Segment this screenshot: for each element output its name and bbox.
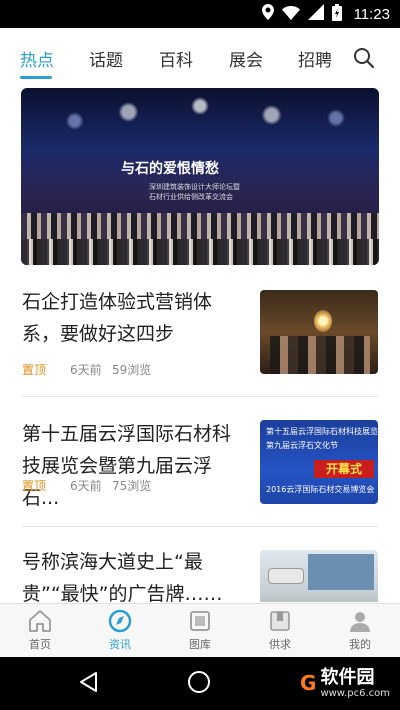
nav-news[interactable]: 资讯 (90, 608, 150, 652)
article-views: 59浏览 (112, 363, 152, 377)
bottom-nav: 首页 资讯 图库 供求 我的 (0, 603, 400, 657)
article-thumbnail (260, 290, 378, 374)
article-views: 75浏览 (112, 479, 152, 493)
pinned-badge: 置顶 (22, 479, 47, 493)
banner-crowd-front (21, 239, 379, 265)
divider (22, 526, 378, 527)
article-thumbnail (260, 550, 378, 602)
watermark-url: www.pc6.com (320, 687, 390, 699)
nav-home-label: 首页 (29, 638, 51, 651)
stage-lights (21, 88, 379, 148)
nav-profile[interactable]: 我的 (330, 608, 390, 652)
tab-topics[interactable]: 话题 (89, 46, 123, 71)
tab-exhibitions[interactable]: 展会 (229, 46, 263, 71)
supply-icon (267, 608, 293, 634)
nav-gallery[interactable]: 图库 (170, 608, 230, 652)
article-time: 6天前 (70, 479, 102, 493)
home-icon (27, 608, 53, 634)
watermark-logo: G (300, 671, 317, 695)
nav-supply[interactable]: 供求 (250, 608, 310, 652)
watermark-name: 软件园 (320, 666, 375, 688)
news-icon (107, 608, 133, 634)
banner-title: 与石的爱恨情愁 (121, 161, 219, 177)
thumbnail-text: 第十五届云浮国际石材科技展览会 (266, 427, 378, 436)
watermark-text: 软件园 www.pc6.com (320, 666, 390, 699)
tab-encyclopedia[interactable]: 百科 (159, 46, 193, 71)
signal-icon (307, 4, 324, 24)
thumbnail-people (270, 336, 370, 374)
search-icon[interactable] (352, 46, 376, 70)
banner-image[interactable]: 与石的爱恨情愁 深圳建筑装饰设计大师论坛暨 石材行业供给侧改革交流会 (21, 88, 379, 265)
tab-hot[interactable]: 热点 (20, 46, 54, 71)
article-title: 石企打造体验式营销体系，要做好这四步 (22, 291, 213, 345)
thumbnail-billboard (308, 554, 374, 590)
nav-news-label: 资讯 (109, 638, 131, 651)
article-meta: 置顶 6天前 59浏览 (22, 361, 151, 378)
light-bulb (314, 310, 332, 332)
tab-indicator (20, 76, 52, 79)
thumbnail-opening-banner: 开幕式 (314, 460, 374, 478)
nav-supply-label: 供求 (269, 638, 291, 651)
location-icon (261, 4, 274, 24)
banner-subtitle-line1: 深圳建筑装饰设计大师论坛暨 (149, 183, 240, 191)
status-bar: 11:23 (0, 0, 400, 28)
article-item[interactable]: 号称滨海大道史上“最贵”“最快”的广告牌……被... (0, 546, 400, 602)
thumbnail-car (268, 568, 304, 584)
home-button-icon[interactable] (188, 671, 210, 693)
pinned-badge: 置顶 (22, 363, 47, 377)
tab-recruitment[interactable]: 招聘 (298, 46, 332, 71)
article-thumbnail: 第十五届云浮国际石材科技展览会 第九届云浮石文化节 2016云浮国际石材交易博览… (260, 420, 378, 504)
article-item[interactable]: 第十五届云浮国际石材科技展览会暨第九届云浮石... 置顶 6天前 75浏览 第十… (0, 418, 400, 548)
article-time: 6天前 (70, 363, 102, 377)
nav-profile-label: 我的 (349, 638, 371, 651)
article-title: 第十五届云浮国际石材科技展览会暨第九届云浮石... (22, 423, 232, 509)
profile-icon (347, 608, 373, 634)
status-time: 11:23 (353, 5, 390, 23)
thumbnail-text: 第九届云浮石文化节 (266, 441, 338, 450)
wifi-icon (281, 5, 300, 24)
nav-home[interactable]: 首页 (10, 608, 70, 652)
watermark: G 软件园 www.pc6.com (300, 663, 390, 703)
gallery-icon (187, 608, 213, 634)
system-nav-bar: G 软件园 www.pc6.com (0, 657, 400, 710)
status-icons: 11:23 (261, 3, 390, 25)
article-title: 号称滨海大道史上“最贵”“最快”的广告牌……被... (22, 551, 223, 602)
top-tab-bar: 热点 话题 百科 展会 招聘 (0, 28, 400, 84)
nav-gallery-label: 图库 (189, 638, 211, 651)
back-icon[interactable] (78, 671, 98, 697)
article-meta: 置顶 6天前 75浏览 (22, 477, 151, 494)
divider (22, 396, 378, 397)
battery-icon (331, 3, 342, 25)
banner-subtitle-line2: 石材行业供给侧改革交流会 (149, 193, 233, 201)
thumbnail-text: 2016云浮国际石材交易博览会 (266, 485, 375, 494)
